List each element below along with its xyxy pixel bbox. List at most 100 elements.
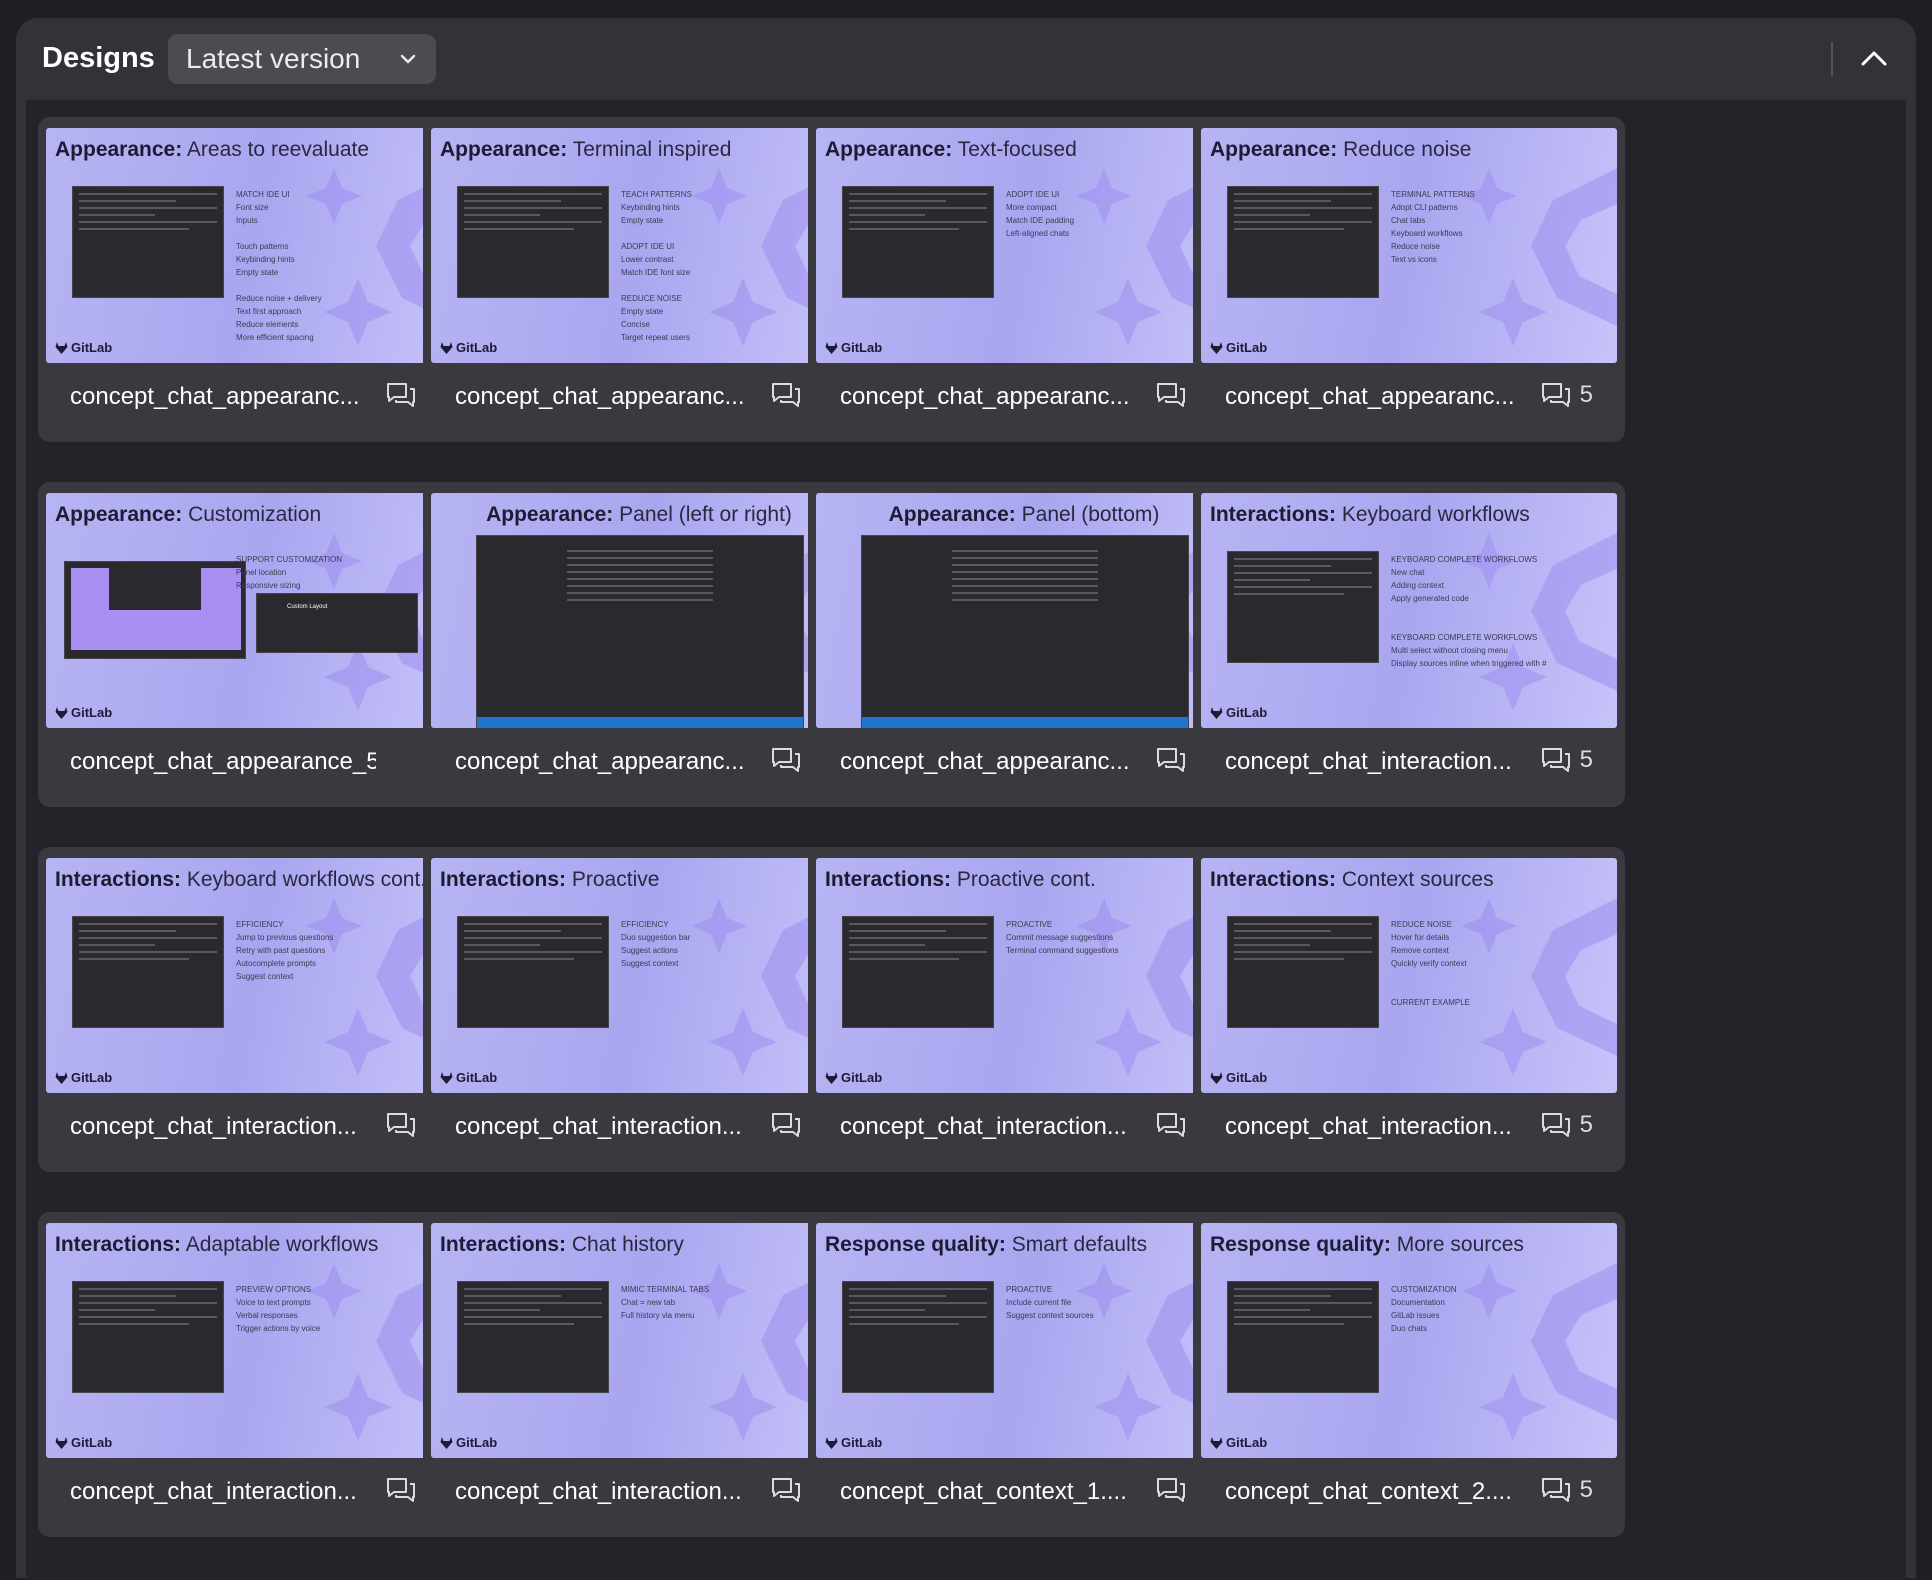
design-thumbnail[interactable]: Appearance: Areas to reevaluate MATCH IDE… xyxy=(46,128,462,363)
design-thumbnail[interactable]: Interactions: Keyboard workflows KEYBOARD… xyxy=(1201,493,1617,728)
thumbnail-category: Appearance: xyxy=(440,138,568,161)
design-notes: ADOPT IDE UI More compact Match IDE paddin… xyxy=(1006,188,1074,240)
thumbnail-category: Appearance: xyxy=(825,138,953,161)
design-filename[interactable]: concept_chat_context_1.... xyxy=(840,1478,1146,1506)
comments-icon xyxy=(1541,383,1570,407)
design-card[interactable]: Appearance: Areas to reevaluate MATCH IDE… xyxy=(38,117,470,442)
design-thumbnail[interactable]: Appearance: Customization Custom Layout SU… xyxy=(46,493,462,728)
design-card[interactable]: Interactions: Keyboard workflows KEYBOARD… xyxy=(1193,482,1625,807)
thumbnail-category: Interactions: xyxy=(825,868,952,891)
design-card[interactable]: Interactions: Chat history MIMIC TERMINAL… xyxy=(423,1212,855,1537)
design-thumbnail[interactable]: Interactions: Proactive cont. PROACTIVE Co… xyxy=(816,858,1232,1093)
design-filename[interactable]: concept_chat_interaction... xyxy=(70,1113,376,1141)
design-note: Suggest actions xyxy=(621,946,678,955)
design-thumbnail[interactable]: Interactions: Adaptable workflows PREVIEW… xyxy=(46,1223,462,1458)
design-thumbnail[interactable]: Response quality: Smart defaults PROACTIV… xyxy=(816,1223,1232,1458)
design-note: PROACTIVE xyxy=(1006,1285,1053,1294)
chevron-up-icon[interactable] xyxy=(1854,42,1894,76)
design-note: Match IDE padding xyxy=(1006,216,1075,225)
design-note: Lower contrast xyxy=(621,255,674,264)
thumbnail-category: Appearance: xyxy=(1210,138,1338,161)
design-thumbnail[interactable]: Appearance: Panel (left or right) xyxy=(431,493,847,728)
design-note: TERMINAL PATTERNS xyxy=(1391,190,1475,199)
thumbnail-title: Response quality: Smart defaults xyxy=(825,1233,1147,1257)
gitlab-wordmark: GitLab xyxy=(1226,340,1268,355)
version-dropdown[interactable]: Latest version xyxy=(168,34,436,84)
design-note: Quickly verify context xyxy=(1391,959,1467,968)
gitlab-logo: GitLab xyxy=(55,1070,112,1085)
thumbnail-subtitle: Keyboard workflows xyxy=(1341,503,1530,526)
comments-icon xyxy=(771,383,800,407)
design-card[interactable]: Appearance: Reduce noise TERMINAL PATTERN… xyxy=(1193,117,1625,442)
design-filename[interactable]: concept_chat_appearanc... xyxy=(455,383,761,411)
design-filename[interactable]: concept_chat_appearanc... xyxy=(455,748,761,776)
header-divider xyxy=(1831,42,1833,76)
design-thumbnail[interactable]: Interactions: Chat history MIMIC TERMINAL… xyxy=(431,1223,847,1458)
design-thumbnail[interactable]: Interactions: Keyboard workflows cont. EF… xyxy=(46,858,462,1093)
design-filename[interactable]: concept_chat_interaction... xyxy=(1225,748,1531,776)
design-note: Match IDE font size xyxy=(621,268,691,277)
design-card[interactable]: Response quality: More sources CUSTOMIZAT… xyxy=(1193,1212,1625,1537)
design-filename[interactable]: concept_chat_interaction... xyxy=(455,1113,761,1141)
design-card[interactable]: Appearance: Text-focused ADOPT IDE UI More… xyxy=(808,117,1240,442)
design-card[interactable]: Interactions: Proactive cont. PROACTIVE Co… xyxy=(808,847,1240,1172)
comments-icon xyxy=(1156,1113,1185,1137)
design-preview xyxy=(842,1281,994,1393)
design-card[interactable]: Appearance: Panel (left or right) concept… xyxy=(423,482,855,807)
design-thumbnail[interactable]: Response quality: More sources CUSTOMIZAT… xyxy=(1201,1223,1617,1458)
design-note xyxy=(1391,605,1547,618)
design-notes: PROACTIVE Include current file Suggest con… xyxy=(1006,1283,1094,1322)
design-card[interactable]: Appearance: Customization Custom Layout SU… xyxy=(38,482,470,807)
design-note: EFFICIENCY xyxy=(621,920,669,929)
design-filename[interactable]: concept_chat_interaction... xyxy=(1225,1113,1531,1141)
design-filename[interactable]: concept_chat_interaction... xyxy=(455,1478,761,1506)
design-card[interactable]: Appearance: Panel (bottom) concept_chat_a… xyxy=(808,482,1240,807)
gitlab-logo: GitLab xyxy=(440,340,497,355)
tanuki-icon xyxy=(1210,1071,1223,1084)
design-thumbnail[interactable]: Appearance: Reduce noise TERMINAL PATTERN… xyxy=(1201,128,1617,363)
design-notes: KEYBOARD COMPLETE WORKFLOWS New chat Addin… xyxy=(1391,553,1547,670)
thumbnail-title: Appearance: Text-focused xyxy=(825,138,1077,162)
design-thumbnail[interactable]: Interactions: Context sources REDUCE NOIS… xyxy=(1201,858,1617,1093)
gitlab-wordmark: GitLab xyxy=(1226,705,1268,720)
design-note: CUSTOMIZATION xyxy=(1391,1285,1457,1294)
comments-icon xyxy=(1541,748,1570,772)
design-note: CURRENT EXAMPLE xyxy=(1391,998,1470,1007)
design-preview xyxy=(457,1281,609,1393)
design-card[interactable]: Interactions: Proactive EFFICIENCY Duo sug… xyxy=(423,847,855,1172)
thumbnail-title: Interactions: Keyboard workflows xyxy=(1210,503,1530,527)
design-card[interactable]: Interactions: Context sources REDUCE NOIS… xyxy=(1193,847,1625,1172)
design-thumbnail[interactable]: Appearance: Terminal inspired TEACH PATTE… xyxy=(431,128,847,363)
tanuki-icon xyxy=(440,1436,453,1449)
design-note: Chat tabs xyxy=(1391,216,1426,225)
design-note: Full history via menu xyxy=(621,1311,695,1320)
design-notes: SUPPORT CUSTOMIZATION Panel location Respo… xyxy=(236,553,342,592)
design-filename[interactable]: concept_chat_appearanc... xyxy=(840,383,1146,411)
design-note xyxy=(1391,970,1470,983)
design-preview xyxy=(842,916,994,1028)
design-filename[interactable]: concept_chat_context_2.... xyxy=(1225,1478,1531,1506)
comments-icon xyxy=(771,1478,800,1502)
gitlab-wordmark: GitLab xyxy=(456,1070,498,1085)
design-note: Hover for details xyxy=(1391,933,1450,942)
design-note: Retry with past questions xyxy=(236,946,326,955)
custom-layout-preview: Custom Layout xyxy=(256,593,418,653)
design-thumbnail[interactable]: Appearance: Panel (bottom) xyxy=(816,493,1232,728)
design-filename[interactable]: concept_chat_appearanc... xyxy=(70,383,376,411)
design-card[interactable]: Appearance: Terminal inspired TEACH PATTE… xyxy=(423,117,855,442)
design-card[interactable]: Interactions: Keyboard workflows cont. EF… xyxy=(38,847,470,1172)
design-card[interactable]: Interactions: Adaptable workflows PREVIEW… xyxy=(38,1212,470,1537)
design-note: GitLab issues xyxy=(1391,1311,1440,1320)
gitlab-logo: GitLab xyxy=(825,1435,882,1450)
design-thumbnail[interactable]: Appearance: Text-focused ADOPT IDE UI More… xyxy=(816,128,1232,363)
design-filename[interactable]: concept_chat_interaction... xyxy=(840,1113,1146,1141)
design-preview xyxy=(1227,916,1379,1028)
design-filename[interactable]: concept_chat_appearanc... xyxy=(840,748,1146,776)
design-filename[interactable]: concept_chat_appearance_5.p... xyxy=(70,748,376,776)
design-filename[interactable]: concept_chat_interaction... xyxy=(70,1478,376,1506)
design-thumbnail[interactable]: Interactions: Proactive EFFICIENCY Duo sug… xyxy=(431,858,847,1093)
design-card[interactable]: Response quality: Smart defaults PROACTIV… xyxy=(808,1212,1240,1537)
thumbnail-subtitle: Smart defaults xyxy=(1011,1233,1148,1256)
gitlab-wordmark: GitLab xyxy=(841,1435,883,1450)
design-filename[interactable]: concept_chat_appearanc... xyxy=(1225,383,1531,411)
